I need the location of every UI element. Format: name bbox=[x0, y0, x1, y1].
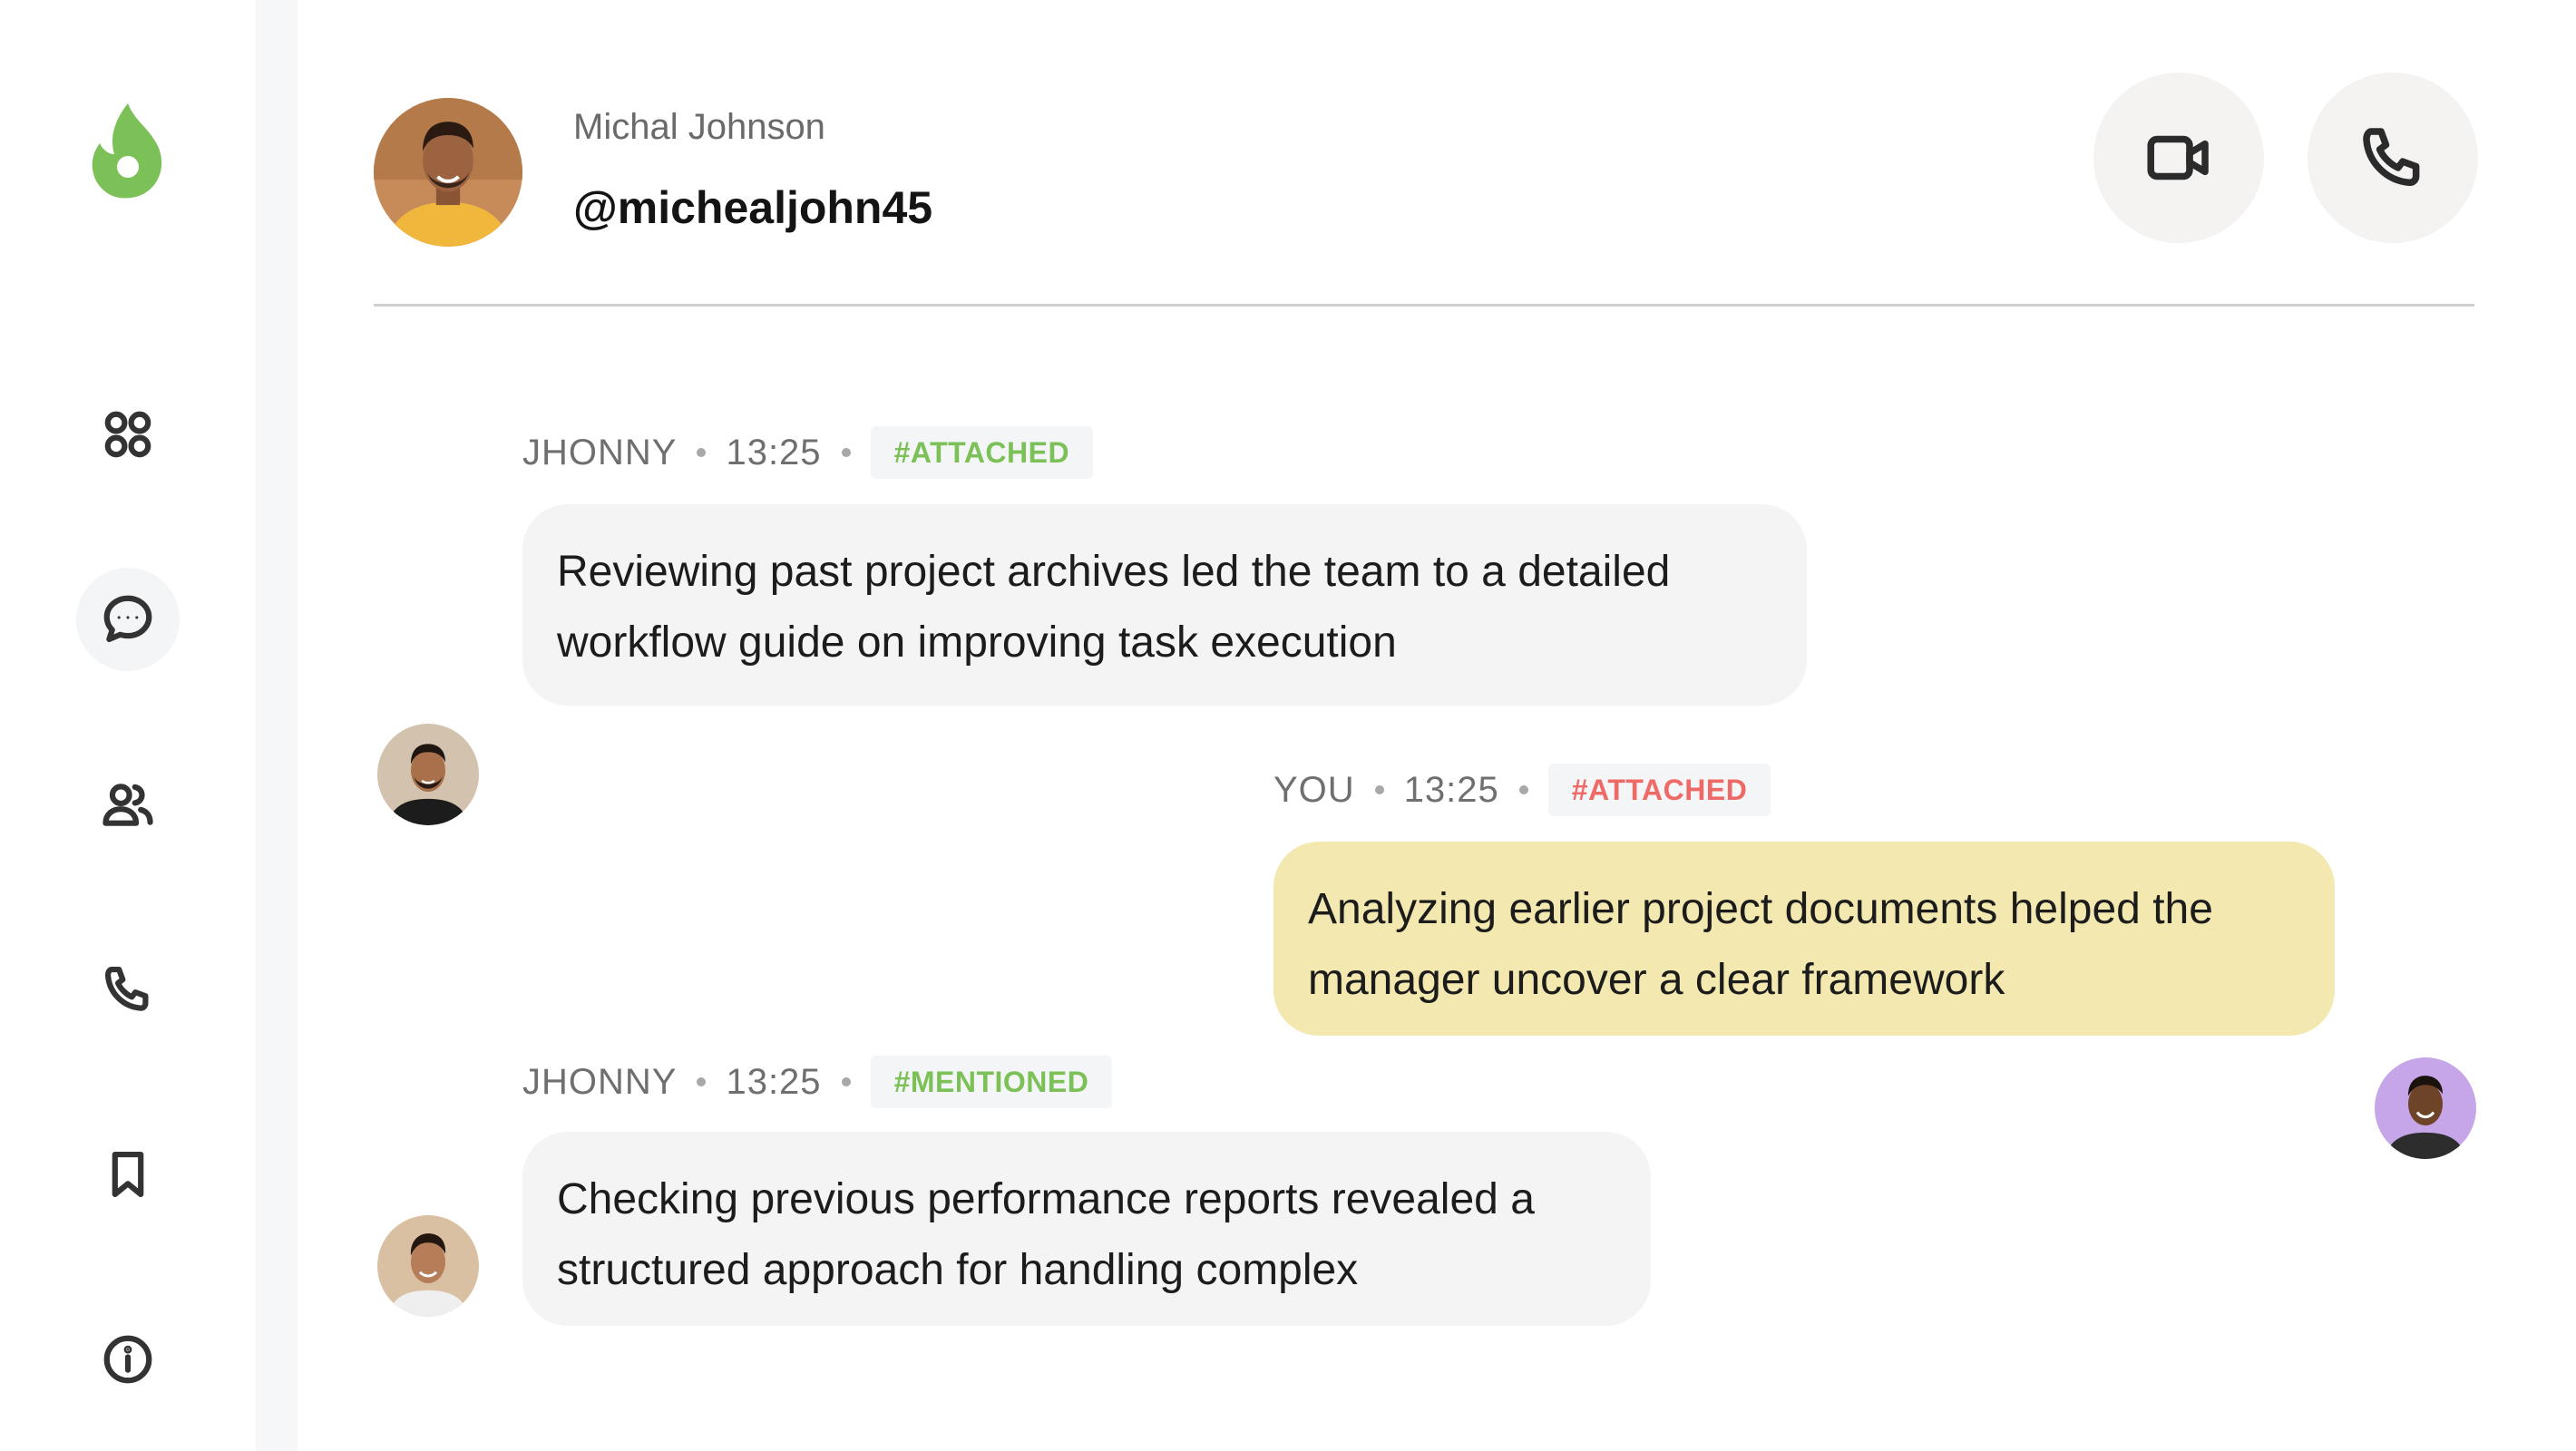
message-text-line: workflow guide on improving task executi… bbox=[557, 618, 1397, 667]
separator-dot bbox=[841, 1077, 851, 1086]
message-sender: JHONNY bbox=[522, 432, 678, 472]
phone-icon bbox=[2363, 128, 2420, 187]
phone-icon bbox=[104, 966, 149, 1011]
sidebar bbox=[0, 0, 256, 1451]
separator-dot bbox=[697, 448, 707, 457]
sender-avatar[interactable] bbox=[377, 724, 479, 825]
message-bubble[interactable]: Analyzing earlier project documents help… bbox=[1273, 842, 2335, 1036]
chat-bubble-icon bbox=[103, 595, 152, 643]
separator-dot bbox=[1374, 785, 1384, 794]
voice-call-button[interactable] bbox=[2308, 73, 2478, 243]
contact-name: Michal Johnson bbox=[573, 107, 825, 147]
video-call-button[interactable] bbox=[2093, 73, 2264, 243]
message-text-line: Checking previous performance reports re… bbox=[557, 1175, 1535, 1223]
bookmark-icon bbox=[112, 1151, 144, 1198]
my-avatar[interactable] bbox=[2375, 1057, 2476, 1159]
sidebar-item-messages[interactable] bbox=[76, 568, 180, 671]
message-text-line: structured approach for handling complex bbox=[557, 1246, 1359, 1294]
chat-app: Michal Johnson @michealjohn45 JHONNY 13:… bbox=[0, 0, 2576, 1451]
sender-avatar[interactable] bbox=[377, 1215, 479, 1317]
video-camera-icon bbox=[2147, 135, 2209, 180]
message-meta: YOU 13:25 #ATTACHED bbox=[1273, 764, 1771, 816]
message-sender: JHONNY bbox=[522, 1061, 678, 1102]
message-bubble[interactable]: Checking previous performance reports re… bbox=[522, 1132, 1651, 1326]
separator-dot bbox=[697, 1077, 707, 1086]
message-bubble[interactable]: Reviewing past project archives led the … bbox=[522, 504, 1807, 706]
contact-avatar[interactable] bbox=[374, 98, 522, 247]
flame-logo-icon[interactable] bbox=[89, 100, 167, 200]
message-tag[interactable]: #MENTIONED bbox=[870, 1056, 1113, 1108]
header-divider bbox=[374, 304, 2474, 307]
sidebar-item-saved[interactable] bbox=[76, 1123, 180, 1226]
message-tag[interactable]: #ATTACHED bbox=[870, 426, 1094, 479]
message-text-line: Analyzing earlier project documents help… bbox=[1308, 885, 2213, 933]
grid-icon bbox=[104, 411, 151, 458]
sidebar-item-calls[interactable] bbox=[76, 938, 180, 1041]
separator-dot bbox=[841, 448, 851, 457]
sidebar-item-dashboard[interactable] bbox=[76, 383, 180, 486]
sidebar-divider bbox=[256, 0, 298, 1451]
message-time: 13:25 bbox=[1403, 769, 1499, 810]
message-meta: JHONNY 13:25 #ATTACHED bbox=[522, 426, 1094, 479]
message-sender: YOU bbox=[1273, 769, 1355, 810]
message-time: 13:25 bbox=[726, 432, 822, 472]
message-meta: JHONNY 13:25 #MENTIONED bbox=[522, 1056, 1113, 1108]
message-tag[interactable]: #ATTACHED bbox=[1547, 764, 1771, 816]
contact-handle: @michealjohn45 bbox=[573, 182, 933, 233]
sidebar-item-info[interactable] bbox=[76, 1308, 180, 1411]
message-text-line: Reviewing past project archives led the … bbox=[557, 548, 1671, 596]
message-time: 13:25 bbox=[726, 1061, 822, 1102]
info-icon bbox=[103, 1335, 152, 1384]
message-text-line: manager uncover a clear framework bbox=[1308, 956, 2005, 1004]
sidebar-item-contacts[interactable] bbox=[76, 753, 180, 856]
users-icon bbox=[102, 784, 153, 826]
separator-dot bbox=[1518, 785, 1528, 794]
